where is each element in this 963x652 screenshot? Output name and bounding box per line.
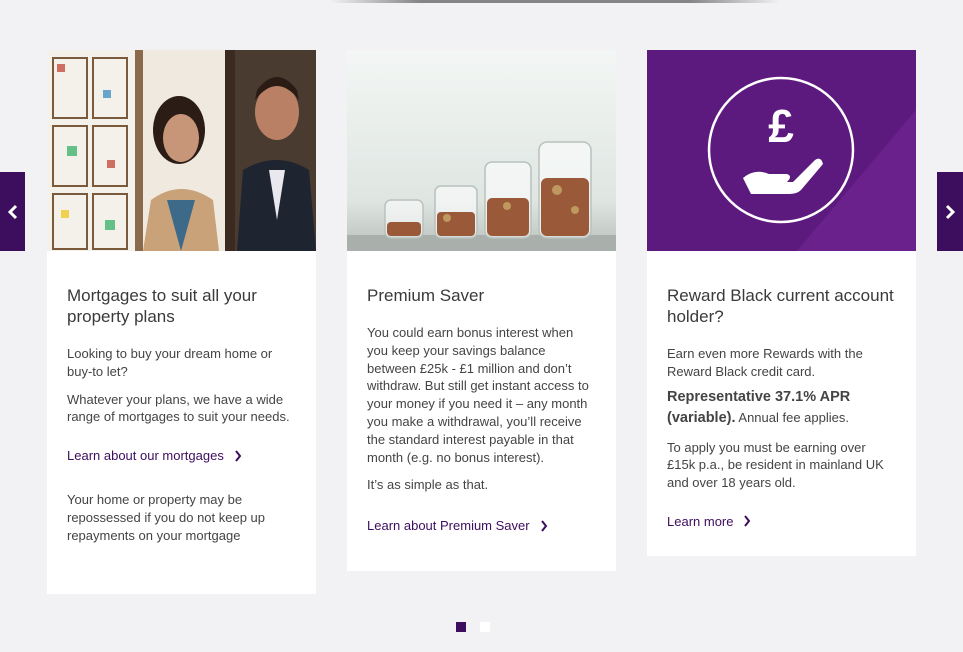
chevron-left-icon [7,204,17,219]
mortgages-photo [47,50,316,251]
reward-black-card: £ Reward Black current account holder? E… [647,50,916,556]
chevron-right-icon [744,515,751,528]
chevron-right-icon [945,204,956,219]
card-title: Mortgages to suit all your property plan… [67,286,257,326]
carousel-dot-2[interactable] [480,622,490,632]
carousel-pagination [456,622,490,632]
learn-about-mortgages-link[interactable]: Learn about our mortgages [67,448,296,463]
learn-more-link[interactable]: Learn more [667,514,896,529]
pound-sign-icon: £ [768,100,794,152]
header-shadow [330,0,780,3]
carousel-prev-button[interactable] [0,172,25,251]
mortgages-card: Mortgages to suit all your property plan… [47,50,316,594]
card-text: Earn even more Rewards with the Reward B… [667,346,863,379]
carousel-next-button[interactable] [937,172,963,251]
coin-jars-photo [347,50,616,251]
premium-saver-card: Premium Saver You could earn bonus inter… [347,50,616,571]
reward-banner: £ [647,50,916,251]
card-text: It’s as simple as that. [367,477,489,493]
representative-apr: Representative 37.1% APR (variable). Ann… [667,387,896,429]
carousel-dot-1[interactable] [456,622,466,632]
learn-about-premium-saver-link[interactable]: Learn about Premium Saver [367,518,596,533]
chevron-right-icon [540,520,547,532]
eligibility-text: To apply you must be earning over £15k p… [667,439,884,491]
link-label: Learn about our mortgages [67,448,224,464]
card-text: You could earn bonus interest when you k… [367,325,589,465]
link-label: Learn more [667,513,734,529]
chevron-right-icon [235,450,242,462]
card-text: Whatever your plans, we have a wide rang… [67,391,290,425]
mortgage-disclaimer: Your home or property may be repossessed… [67,492,266,543]
link-label: Learn about Premium Saver [367,518,530,534]
card-text: Looking to buy your dream home or buy-to… [67,346,273,379]
card-title: Premium Saver [367,286,485,305]
card-title: Reward Black current account holder? [667,286,894,326]
apr-note: Annual fee applies. [735,409,849,425]
